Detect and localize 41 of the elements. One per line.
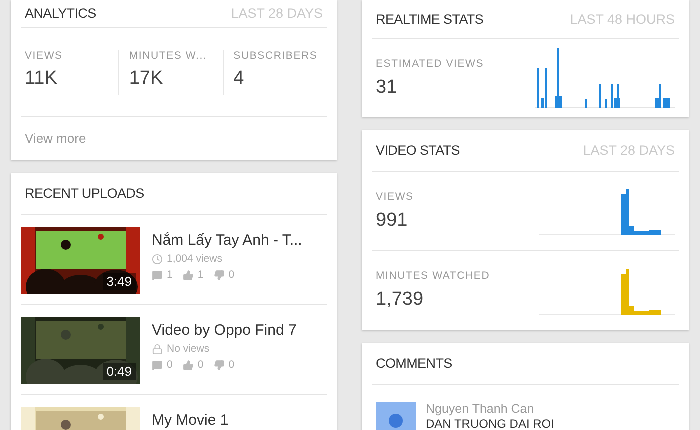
card-title: ANALYTICS bbox=[25, 6, 96, 21]
metric-label: MINUTES WATCHED bbox=[376, 270, 490, 282]
card-title: REALTIME STATS bbox=[376, 12, 484, 26]
stat-value: 11K bbox=[25, 68, 58, 90]
thumbs-down-icon bbox=[214, 360, 225, 370]
metric-label: ESTIMATED VIEWS bbox=[376, 58, 484, 70]
card-title: RECENT UPLOADS bbox=[25, 186, 144, 201]
stat-value: 4 bbox=[234, 68, 246, 90]
clock-icon bbox=[152, 254, 163, 264]
dislike-count: 0 bbox=[228, 359, 235, 371]
thumbs-down-icon bbox=[214, 270, 225, 280]
video-duration: 3:49 bbox=[102, 273, 136, 290]
metric-label: VIEWS bbox=[376, 190, 414, 202]
like-count: 1 bbox=[198, 269, 204, 281]
metric-value: 1,739 bbox=[376, 289, 425, 311]
like-count: 0 bbox=[198, 359, 204, 371]
card-title: VIDEO STATS bbox=[376, 143, 460, 158]
comment-icon bbox=[152, 270, 163, 280]
lock-icon bbox=[152, 344, 163, 354]
view-count: No views bbox=[167, 343, 210, 355]
thumbs-up-icon bbox=[182, 270, 194, 280]
video-title[interactable]: My Movie 1 bbox=[152, 412, 229, 429]
card-title: COMMENTS bbox=[376, 356, 452, 371]
stat-label: VIEWS bbox=[25, 50, 64, 62]
comment-count: 1 bbox=[167, 269, 173, 281]
video-title[interactable]: Video by Oppo Find 7 bbox=[152, 322, 297, 339]
metric-value: 31 bbox=[376, 76, 398, 98]
video-title[interactable]: Nắm Lấy Tay Anh - T... bbox=[152, 232, 302, 249]
dislike-count: 0 bbox=[228, 269, 235, 281]
comment-count: 0 bbox=[167, 359, 173, 371]
comment-author: Nguyen Thanh Can bbox=[426, 402, 536, 416]
thumbs-up-icon bbox=[182, 360, 194, 370]
stat-label: MINUTES W... bbox=[129, 50, 208, 62]
stat-value: 17K bbox=[129, 68, 164, 90]
comment-icon bbox=[152, 360, 163, 370]
video-duration: 0:49 bbox=[102, 363, 136, 380]
stat-label: SUBSCRIBERS bbox=[234, 50, 319, 62]
comment-text: DAN TRUONG DAI ROI bbox=[426, 417, 554, 430]
avatar-icon bbox=[376, 402, 416, 430]
view-count: 1,004 views bbox=[167, 253, 222, 265]
metric-value: 991 bbox=[376, 210, 409, 232]
